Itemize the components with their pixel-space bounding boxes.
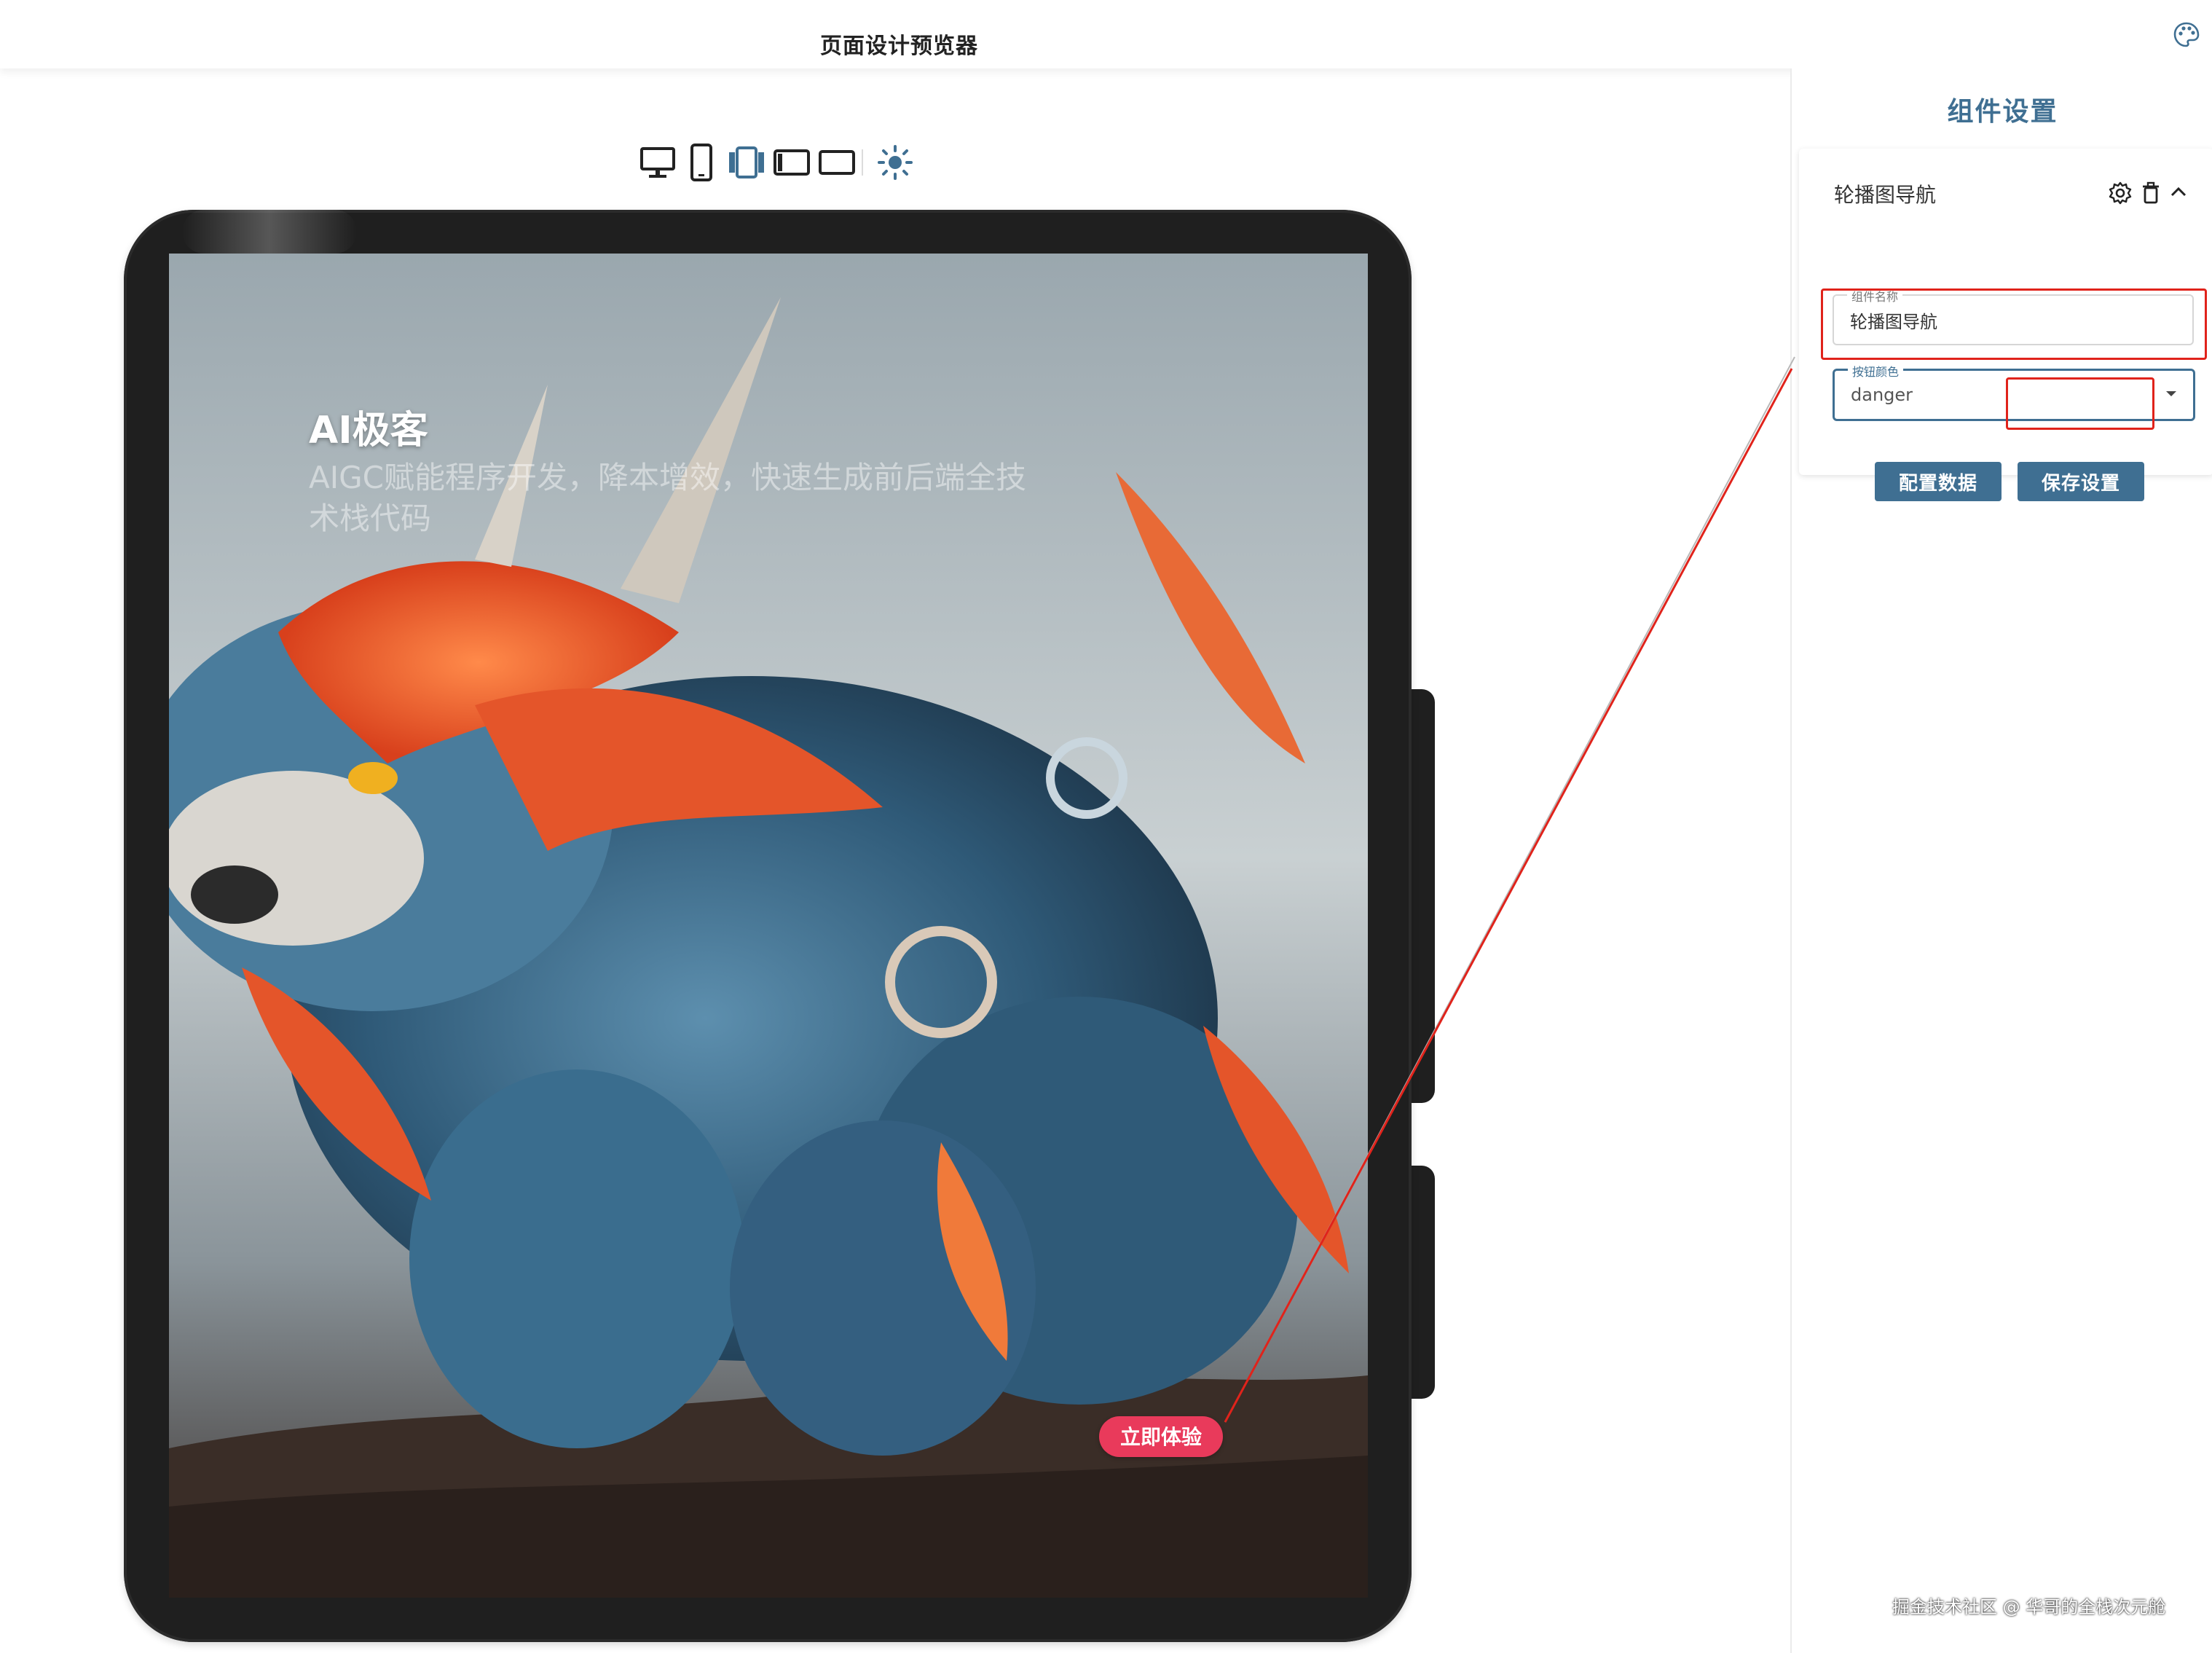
frame-glare xyxy=(182,210,357,254)
app-title: 页面设计预览器 xyxy=(820,34,978,59)
hero-subtitle: AIGC赋能程序开发，降本增效，快速生成前后端全技术栈代码 xyxy=(309,460,1026,536)
button-color-label: 按钮颜色 xyxy=(1848,362,1904,380)
tablet-side-button xyxy=(1410,689,1435,1103)
button-color-select[interactable]: 按钮颜色 xyxy=(1833,362,2195,421)
component-name-input[interactable] xyxy=(1850,309,2156,331)
panel-heading: 组件设置 xyxy=(1947,97,2058,127)
watermark: 掘金技术社区 @ 华哥的全栈次元舱 xyxy=(1892,1597,2166,1617)
button-color-input[interactable] xyxy=(1851,384,2157,406)
settings-panel: 组件设置 轮播图导航 组件名称 按钮颜色 xyxy=(1790,68,2212,1653)
device-toolbar xyxy=(637,142,921,183)
trash-icon[interactable] xyxy=(2138,181,2163,205)
chevron-up-icon[interactable] xyxy=(2166,181,2191,205)
phone-icon[interactable] xyxy=(681,142,722,183)
monitor-icon[interactable] xyxy=(637,142,678,183)
hero-title: AI极客 xyxy=(309,409,428,452)
palette-icon[interactable] xyxy=(2172,20,2201,50)
component-card: 轮播图导航 组件名称 按钮颜色 配置数据 保存设置 xyxy=(1799,149,2212,501)
tablet-side-button xyxy=(1410,1166,1435,1399)
laptop-icon[interactable] xyxy=(771,142,812,183)
preview-screen: AI极客 AIGC赋能程序开发，降本增效，快速生成前后端全技术栈代码 立即体验 xyxy=(169,254,1368,1598)
toolbar-divider xyxy=(862,149,863,176)
try-now-button[interactable]: 立即体验 xyxy=(1099,1416,1223,1457)
component-title: 轮播图导航 xyxy=(1834,183,1937,207)
widescreen-icon[interactable] xyxy=(816,142,857,183)
save-settings-button[interactable]: 保存设置 xyxy=(2018,462,2144,501)
top-header: 页面设计预览器 xyxy=(0,0,2212,68)
gear-icon[interactable] xyxy=(2108,181,2133,205)
hero-background-image xyxy=(169,254,1368,1598)
config-data-button[interactable]: 配置数据 xyxy=(1875,462,2002,501)
sun-icon[interactable] xyxy=(875,142,916,183)
component-name-label: 组件名称 xyxy=(1847,287,1903,305)
component-name-field[interactable]: 组件名称 xyxy=(1833,287,2194,345)
tablet-icon[interactable] xyxy=(726,142,767,183)
caret-down-icon[interactable] xyxy=(2164,388,2178,398)
